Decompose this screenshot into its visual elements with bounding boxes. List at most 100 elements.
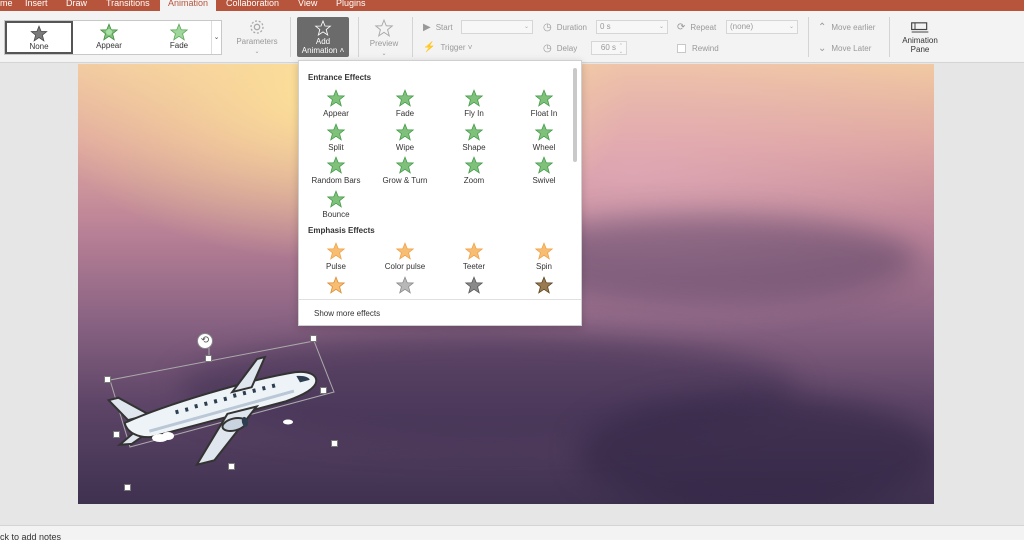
effects-list[interactable]: Entrance Effects Appear Fade Fly In Float I… (299, 61, 583, 299)
resize-handle[interactable] (310, 335, 317, 342)
star-fade-icon (169, 23, 189, 41)
effect-label: Grow & Turn (382, 176, 428, 185)
preview-button[interactable]: Preview ⌄ (362, 19, 406, 59)
effect-label: Swivel (532, 176, 556, 185)
entrance-effect-swivel[interactable]: Swivel (509, 156, 579, 185)
resize-handle[interactable] (124, 484, 131, 491)
entrance-shape-star-icon (464, 122, 484, 141)
chevron-up-icon: ⌃ (818, 21, 827, 33)
tab-insert[interactable]: Insert (25, 0, 48, 11)
emphasis-effect-color-pulse[interactable]: Color pulse (370, 242, 440, 271)
entrance-effect-appear[interactable]: Appear (301, 89, 371, 118)
show-more-effects-link[interactable]: Show more effects (299, 299, 581, 326)
resize-handle[interactable] (113, 431, 120, 438)
entrance-effect-shape[interactable]: Shape (439, 122, 509, 152)
stepper-arrows-icon: ⌃ ⌄ (618, 43, 623, 55)
tab-collaboration[interactable]: Collaboration (226, 0, 279, 11)
resize-handle[interactable] (205, 355, 212, 362)
emphasis-effect-spin[interactable]: Spin (509, 242, 579, 271)
resize-handle[interactable] (104, 376, 111, 383)
clock-icon: ◷ (543, 21, 552, 33)
resize-handle[interactable] (228, 463, 235, 470)
effect-label: Appear (323, 109, 349, 118)
add-animation-button[interactable]: Add Animation ˄ (297, 17, 349, 57)
gallery-item-label: Fade (169, 41, 189, 50)
move-earlier-button[interactable]: ⌃ Move earlier (818, 20, 875, 34)
resize-handle[interactable] (331, 440, 338, 447)
duration-value: 0 s (600, 22, 611, 31)
animation-ribbon: None Appear Fade ⌄ Parameters ⌄ Add Anima… (0, 11, 1024, 63)
animation-pane-label-2: Pane (910, 45, 930, 54)
gallery-expand-button[interactable]: ⌄ (211, 21, 221, 54)
entrance-zoom-star-icon (464, 156, 484, 174)
duration-text: Duration (556, 22, 587, 32)
tab-view[interactable]: View (298, 0, 317, 11)
animation-pane-button[interactable]: Animation Pane (895, 20, 945, 54)
emphasis-effect-more[interactable] (439, 276, 509, 296)
emphasis-effect-more[interactable] (509, 276, 579, 296)
entrance-effect-fade[interactable]: Fade (370, 89, 440, 118)
start-select[interactable]: ⌄ (461, 20, 533, 34)
chevron-down-icon: ⌄ (788, 24, 794, 30)
emphasis-effect-more[interactable] (370, 276, 440, 296)
gallery-item-fade[interactable]: Fade (145, 21, 213, 54)
parameters-button[interactable]: Parameters ⌄ (232, 19, 282, 57)
airplane-selection[interactable]: ⟲ (104, 333, 338, 491)
tab-animation[interactable]: Animation (160, 0, 217, 11)
emphasis-effect-more[interactable] (301, 276, 371, 296)
entrance-effect-grow-turn[interactable]: Grow & Turn (370, 156, 440, 185)
entrance-effect-fly-in[interactable]: Fly In (439, 89, 509, 118)
gallery-item-label: None (29, 42, 49, 51)
effect-label: Wipe (395, 142, 415, 152)
preview-label: Preview (369, 39, 399, 48)
entrance-float-in-star-icon (534, 89, 554, 107)
entrance-bounce-star-icon (326, 189, 346, 208)
rotate-handle-icon[interactable]: ⟲ (197, 333, 213, 349)
repeat-select[interactable]: (none) ⌄ (726, 20, 798, 34)
effect-label: Random Bars (311, 176, 361, 185)
airplane-image (106, 340, 335, 467)
entrance-effect-bounce[interactable]: Bounce (301, 189, 371, 219)
resize-handle[interactable] (320, 387, 327, 394)
entrance-effect-zoom[interactable]: Zoom (439, 156, 509, 185)
entrance-appear-star-icon (326, 89, 346, 107)
emphasis-pulse-star-icon (326, 242, 346, 260)
notes-bar[interactable]: ck to add notes (0, 525, 1024, 540)
duration-input[interactable]: 0 s ⌄ (596, 20, 668, 34)
delay-text: Delay (556, 43, 578, 53)
entrance-effect-random-bars[interactable]: Random Bars (301, 156, 371, 185)
effect-label: Float In (530, 109, 558, 118)
entrance-effect-split[interactable]: Split (301, 122, 371, 152)
move-later-button[interactable]: ⌄ Move Later (818, 41, 871, 55)
tab-transitions[interactable]: Transitions (106, 0, 150, 11)
duration-label: ◷ Duration (543, 20, 587, 34)
repeat-icon: ⟳ (677, 21, 686, 33)
gallery-item-appear[interactable]: Appear (75, 21, 143, 54)
repeat-label: ⟳ Repeat (677, 20, 716, 34)
star-icon (464, 276, 484, 294)
rewind-checkbox[interactable]: Rewind (677, 41, 719, 55)
entrance-fly-in-star-icon (464, 89, 484, 107)
entrance-random-bars-star-icon (326, 156, 346, 174)
entrance-effect-wheel[interactable]: Wheel (509, 122, 579, 152)
notes-placeholder: ck to add notes (0, 532, 62, 540)
emphasis-effect-pulse[interactable]: Pulse (301, 242, 371, 271)
dropdown-scrollbar[interactable] (573, 68, 577, 162)
delay-stepper[interactable]: 60 s ⌃ ⌄ (591, 41, 627, 55)
trigger-button[interactable]: ⚡ Trigger ˅ (423, 40, 472, 54)
delay-value: 60 s (600, 43, 616, 52)
tab-draw[interactable]: Draw (66, 0, 87, 11)
tab-home[interactable]: me (0, 0, 13, 11)
move-earlier-text: Move earlier (831, 22, 876, 32)
emphasis-effect-teeter[interactable]: Teeter (439, 242, 509, 271)
animation-pane-label: Animation (902, 36, 938, 45)
gallery-item-none[interactable]: None (5, 21, 73, 54)
entrance-effect-wipe[interactable]: Wipe (370, 122, 440, 152)
entrance-effect-float-in[interactable]: Float In (509, 89, 579, 118)
tab-plugins[interactable]: Plugins (336, 0, 366, 11)
effect-label: Bounce (322, 209, 350, 219)
star-icon (534, 276, 554, 294)
add-animation-dropdown: Entrance Effects Appear Fade Fly In Float I… (298, 60, 582, 326)
gallery-item-label: Appear (96, 41, 122, 50)
emphasis-color-pulse-star-icon (395, 242, 415, 260)
